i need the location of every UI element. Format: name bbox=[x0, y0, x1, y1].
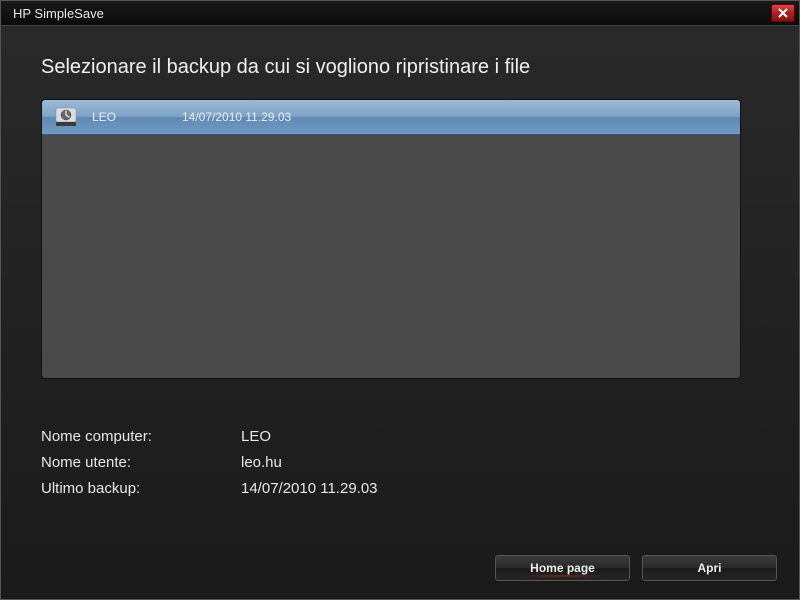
content-area: Selezionare il backup da cui si vogliono… bbox=[1, 26, 799, 522]
detail-lastbackup: Ultimo backup: 14/07/2010 11.29.03 bbox=[41, 476, 759, 502]
detail-computer: Nome computer: LEO bbox=[41, 424, 759, 450]
detail-user: Nome utente: leo.hu bbox=[41, 450, 759, 476]
user-value: leo.hu bbox=[241, 450, 282, 476]
drive-icon bbox=[54, 105, 78, 129]
home-button[interactable]: Home page bbox=[495, 555, 630, 581]
backup-list-item[interactable]: LEO 14/07/2010 11.29.03 bbox=[42, 100, 740, 135]
backup-item-name: LEO bbox=[92, 110, 182, 124]
lastbackup-label: Ultimo backup: bbox=[41, 476, 241, 502]
app-window: HP SimpleSave Selezionare il backup da c… bbox=[0, 0, 800, 600]
user-label: Nome utente: bbox=[41, 450, 241, 476]
window-title: HP SimpleSave bbox=[13, 6, 104, 21]
lastbackup-value: 14/07/2010 11.29.03 bbox=[241, 476, 378, 502]
backup-details: Nome computer: LEO Nome utente: leo.hu U… bbox=[41, 424, 759, 502]
backup-list[interactable]: LEO 14/07/2010 11.29.03 bbox=[41, 99, 741, 379]
open-button-label: Apri bbox=[698, 561, 722, 575]
computer-label: Nome computer: bbox=[41, 424, 241, 450]
close-button[interactable] bbox=[771, 4, 795, 22]
page-heading: Selezionare il backup da cui si vogliono… bbox=[41, 56, 759, 79]
backup-item-date: 14/07/2010 11.29.03 bbox=[182, 110, 291, 124]
titlebar: HP SimpleSave bbox=[1, 1, 799, 26]
button-bar: Home page Apri bbox=[495, 555, 777, 581]
computer-value: LEO bbox=[241, 424, 271, 450]
open-button[interactable]: Apri bbox=[642, 555, 777, 581]
home-button-label: Home page bbox=[530, 561, 595, 575]
close-icon bbox=[778, 8, 788, 18]
